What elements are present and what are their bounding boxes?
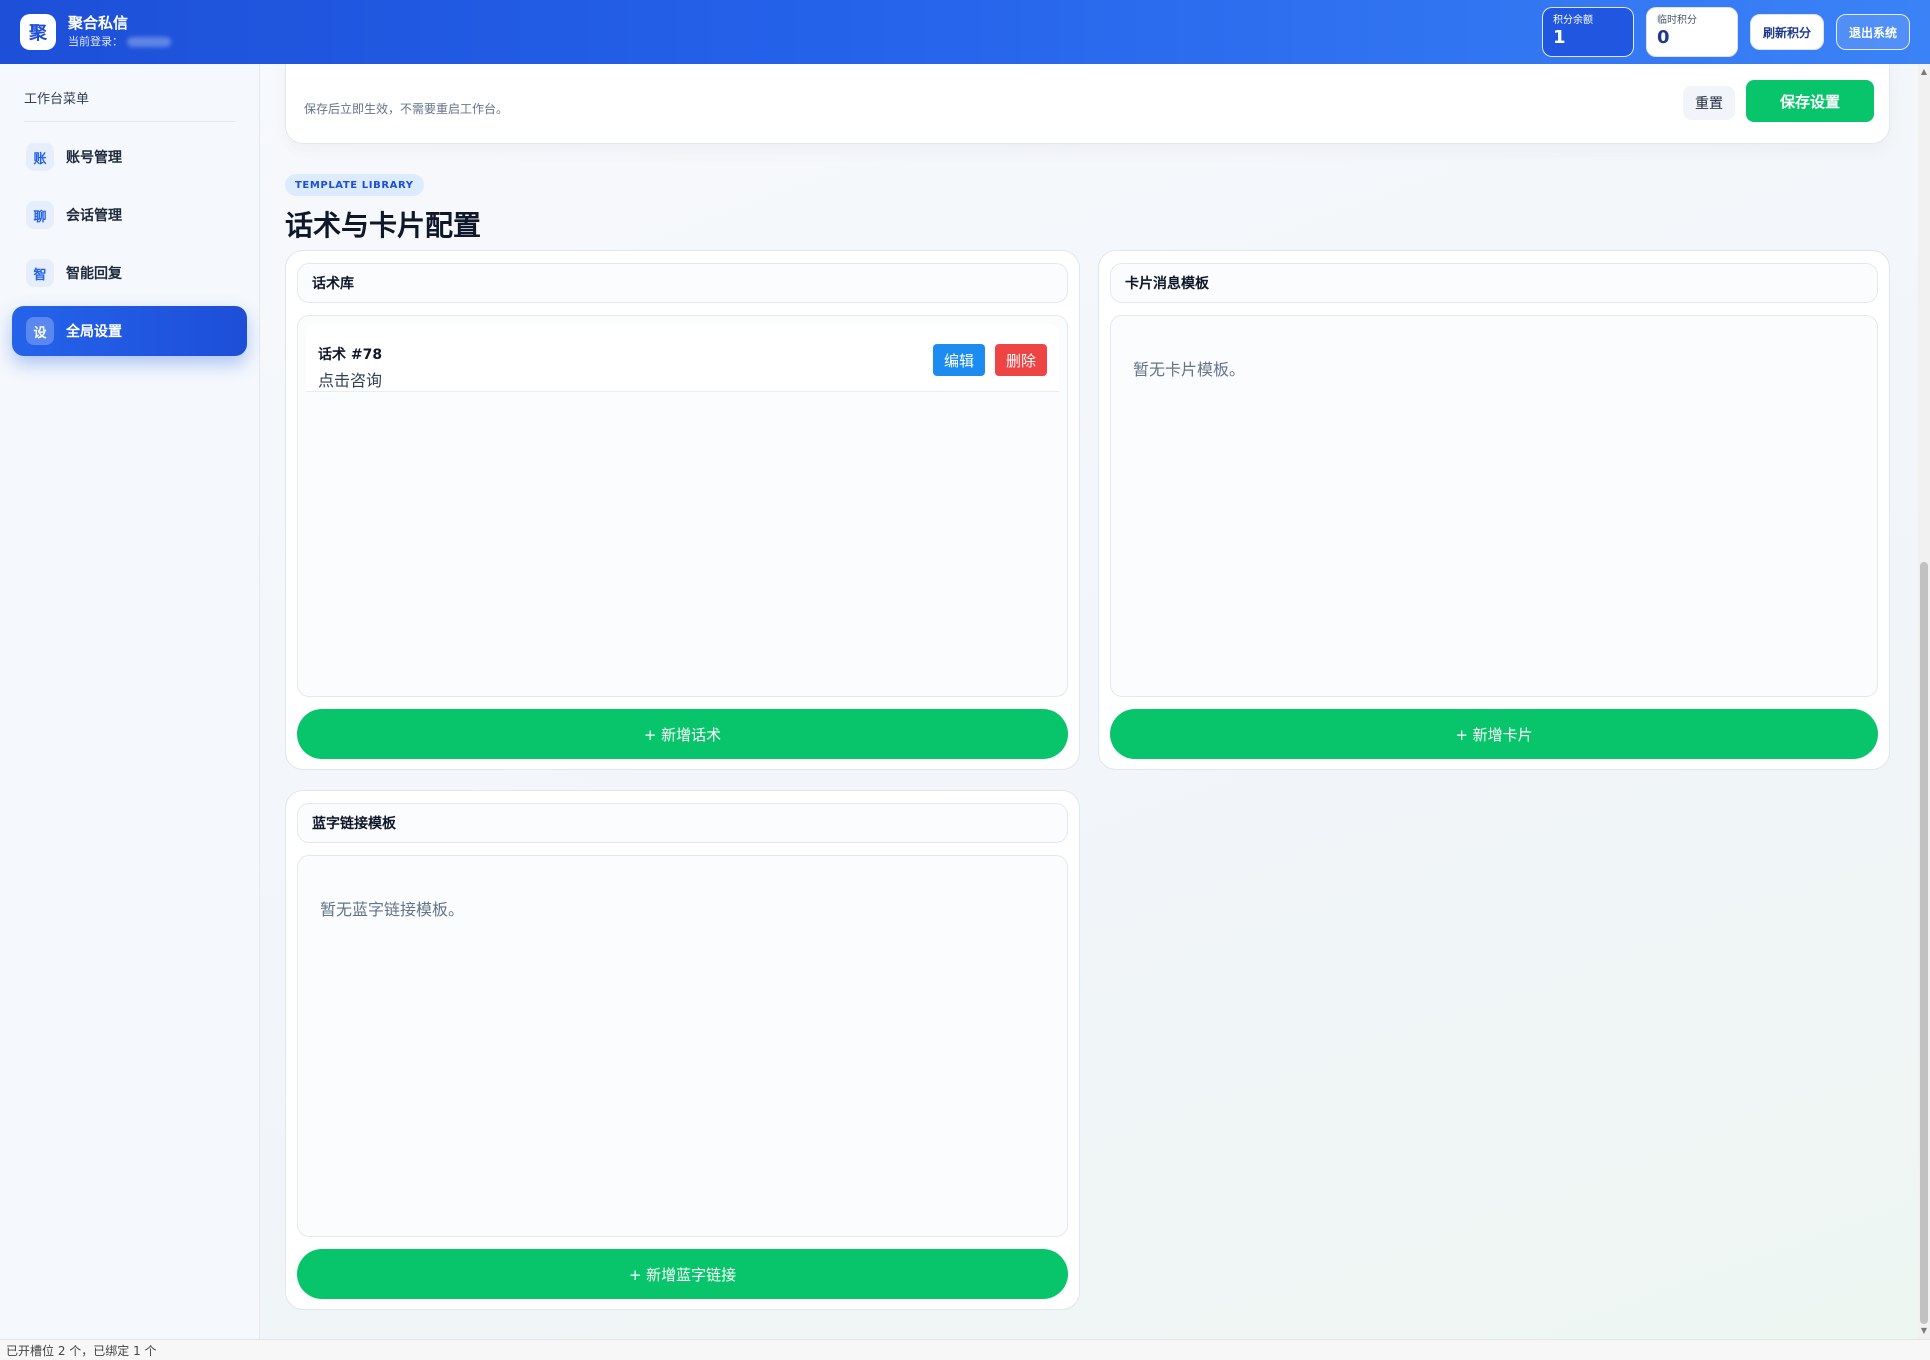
temp-points-label: 临时积分 <box>1656 15 1697 26</box>
sidebar: 工作台菜单 账 账号管理 聊 会话管理 智 智能回复 设 全局设置 <box>0 64 260 1339</box>
scroll-down-icon[interactable]: ▼ <box>1920 1327 1928 1335</box>
refresh-points-button[interactable]: 刷新积分 <box>1749 14 1824 50</box>
scroll-thumb[interactable] <box>1920 562 1928 1324</box>
app-header: 聚 聚合私信 当前登录： 积分余额 1 临时积分 0 刷新积分 退出系统 <box>0 0 1930 64</box>
save-hint: 保存后立即生效，不需要重启工作台。 <box>304 102 509 116</box>
points-balance-card: 积分余额 1 <box>1541 7 1634 57</box>
temp-points-card: 临时积分 0 <box>1645 7 1738 57</box>
section-tag: TEMPLATE LIBRARY <box>285 174 424 196</box>
sidebar-item-label: 账号管理 <box>66 150 122 166</box>
header-actions: 积分余额 1 临时积分 0 刷新积分 退出系统 <box>1541 7 1910 57</box>
settings-icon: 设 <box>26 317 54 345</box>
sidebar-item-label: 会话管理 <box>66 208 122 224</box>
links-panel: 蓝字链接模板 暂无蓝字链接模板。 + 新增蓝字链接 <box>285 790 1080 1310</box>
sidebar-item-label: 智能回复 <box>66 266 122 282</box>
sidebar-title: 工作台菜单 <box>24 88 235 122</box>
cards-panel: 卡片消息模板 暂无卡片模板。 + 新增卡片 <box>1098 250 1890 770</box>
settings-save-bar: 保存后立即生效，不需要重启工作台。 重置 保存设置 <box>285 64 1890 144</box>
logout-button[interactable]: 退出系统 <box>1835 14 1910 50</box>
current-login-label: 当前登录： <box>68 35 123 48</box>
main-content: 保存后立即生效，不需要重启工作台。 重置 保存设置 TEMPLATE LIBRA… <box>260 64 1920 1339</box>
reset-button[interactable]: 重置 <box>1683 86 1735 120</box>
section-title: 话术与卡片配置 <box>285 209 482 242</box>
cards-panel-title: 卡片消息模板 <box>1110 263 1878 303</box>
conversations-icon: 聊 <box>26 201 54 229</box>
accounts-icon: 账 <box>26 143 54 171</box>
smart-reply-icon: 智 <box>26 259 54 287</box>
redacted-username <box>127 37 171 47</box>
cards-list: 暂无卡片模板。 <box>1110 315 1878 697</box>
status-bar: 已开槽位 2 个，已绑定 1 个 <box>0 1339 1930 1360</box>
sidebar-item-smart-reply[interactable]: 智 智能回复 <box>12 248 247 298</box>
links-panel-title: 蓝字链接模板 <box>297 803 1068 843</box>
links-list: 暂无蓝字链接模板。 <box>297 855 1068 1237</box>
delete-script-button[interactable]: 删除 <box>995 344 1047 376</box>
scripts-panel-title: 话术库 <box>297 263 1068 303</box>
brand-block: 聚合私信 当前登录： <box>68 14 171 50</box>
save-settings-button[interactable]: 保存设置 <box>1746 80 1874 122</box>
sidebar-item-label: 全局设置 <box>66 324 122 340</box>
sidebar-item-conversations[interactable]: 聊 会话管理 <box>12 190 247 240</box>
script-title: 话术 #78 <box>318 347 383 363</box>
app-logo: 聚 <box>20 14 56 50</box>
status-text: 已开槽位 2 个，已绑定 1 个 <box>6 1343 157 1358</box>
links-empty-text: 暂无蓝字链接模板。 <box>320 900 465 919</box>
app-name: 聚合私信 <box>68 14 129 32</box>
sidebar-item-accounts[interactable]: 账 账号管理 <box>12 132 247 182</box>
edit-script-button[interactable]: 编辑 <box>933 344 985 376</box>
current-login: 当前登录： <box>68 34 171 50</box>
add-script-button[interactable]: + 新增话术 <box>297 709 1068 759</box>
list-item: 话术 #78 点击咨询 编辑 删除 <box>306 324 1059 392</box>
sidebar-item-global-settings[interactable]: 设 全局设置 <box>12 306 247 356</box>
script-text: 点击咨询 <box>318 371 383 390</box>
cards-empty-text: 暂无卡片模板。 <box>1133 360 1246 379</box>
scroll-up-icon[interactable]: ▲ <box>1920 68 1928 76</box>
vertical-scrollbar[interactable]: ▲ ▼ <box>1918 64 1930 1339</box>
add-link-button[interactable]: + 新增蓝字链接 <box>297 1249 1068 1299</box>
scripts-panel: 话术库 话术 #78 点击咨询 编辑 删除 + 新增话术 <box>285 250 1080 770</box>
points-balance-value: 1 <box>1552 27 1566 48</box>
temp-points-value: 0 <box>1656 27 1670 48</box>
scripts-list: 话术 #78 点击咨询 编辑 删除 <box>297 315 1068 697</box>
points-balance-label: 积分余额 <box>1552 15 1593 26</box>
add-card-button[interactable]: + 新增卡片 <box>1110 709 1878 759</box>
